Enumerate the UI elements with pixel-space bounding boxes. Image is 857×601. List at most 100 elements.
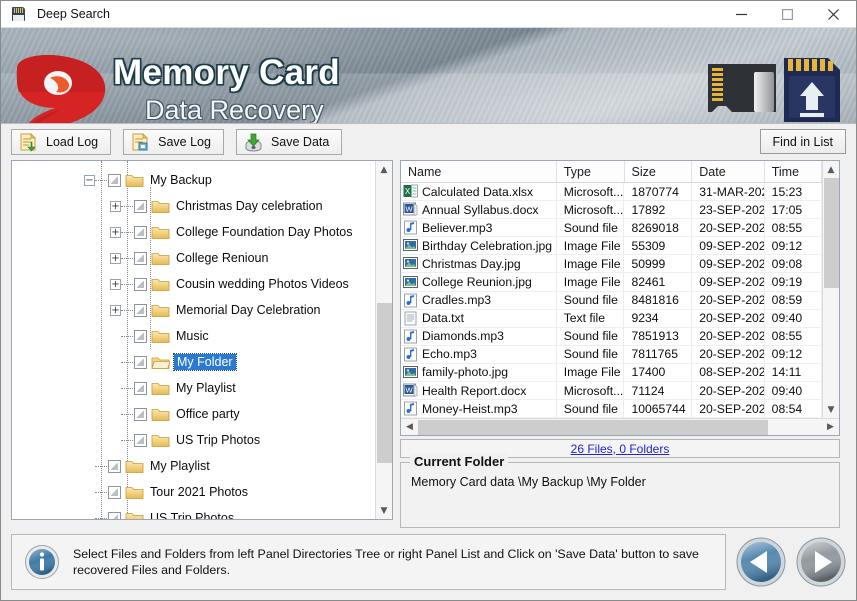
column-header-date[interactable]: Date (692, 161, 765, 182)
expand-icon[interactable]: + (110, 304, 121, 316)
list-hscroll-thumb[interactable] (418, 419, 768, 435)
tree-node[interactable]: + Cousin wedding Photos Videos (12, 271, 375, 297)
save-data-button[interactable]: Save Data (235, 129, 343, 155)
file-row[interactable]: Money-Heist.mp3 Sound file 10065744 20-SEP-… (401, 400, 822, 418)
tree-connector (121, 387, 133, 389)
tree-node[interactable]: + Christmas Day celebration (12, 193, 375, 219)
close-button[interactable] (810, 1, 856, 27)
file-row[interactable]: Christmas Day.jpg Image File 50999 09-SEP-2… (401, 255, 822, 274)
collapse-icon[interactable]: − (84, 174, 95, 186)
file-row[interactable]: family-photo.jpg Image File 17400 08-SEP-20… (401, 363, 822, 383)
file-list-panel[interactable]: Name Type Size Date Time X Calculated Data.xl… (400, 160, 840, 436)
tree-node-checkbox[interactable] (134, 433, 147, 447)
column-header-name[interactable]: Name (401, 161, 557, 182)
list-horizontal-scrollbar[interactable]: ◀ ▶ (401, 418, 839, 435)
file-row[interactable]: Believer.mp3 Sound file826901820-SEP-2021… (401, 219, 822, 238)
find-in-list-button[interactable]: Find in List (759, 129, 846, 154)
file-row[interactable]: Data.txt Text file923420-SEP-202109:40 (401, 309, 822, 328)
tree-node-checkbox[interactable] (134, 303, 147, 317)
maximize-button[interactable] (764, 1, 810, 27)
tree-node[interactable]: My Playlist (12, 375, 375, 401)
load-log-button[interactable]: Load Log (11, 129, 112, 155)
load-log-icon (20, 132, 37, 151)
file-row[interactable]: Cradles.mp3 Sound file848181620-SEP-20210… (401, 291, 822, 310)
tree-node[interactable]: Music (12, 323, 375, 349)
file-row[interactable]: Echo.mp3 Sound file781176520-SEP-202109:1… (401, 345, 822, 364)
tree-node-checkbox[interactable] (134, 355, 147, 369)
file-row[interactable]: W Health Report.docx Microsoft... 71124 20-S… (401, 382, 822, 401)
folder-icon (125, 173, 144, 188)
tree-connector (121, 283, 133, 285)
directory-tree-panel[interactable]: − My Backup + Christmas Day celebration + Col… (11, 160, 393, 520)
file-name-label: family-photo.jpg (422, 365, 509, 380)
tree-node-checkbox[interactable] (134, 251, 147, 265)
next-arrow-button[interactable] (796, 537, 846, 587)
tree-node[interactable]: US Trip Photos (12, 427, 375, 453)
tree-node-checkbox[interactable] (108, 511, 121, 519)
close-icon (827, 8, 839, 20)
tree-node-checkbox[interactable] (134, 199, 147, 213)
list-scroll-left-arrow[interactable]: ◀ (401, 419, 418, 436)
file-row[interactable]: X Calculated Data.xlsx Microsoft... 1870774… (401, 183, 822, 202)
tree-node[interactable]: + College Foundation Day Photos (12, 219, 375, 245)
tree-node-checkbox[interactable] (134, 277, 147, 291)
tree-node-checkbox[interactable] (108, 485, 121, 499)
tree-node-checkbox[interactable] (134, 329, 147, 343)
tree-scroll-track[interactable] (376, 178, 393, 502)
expand-icon[interactable]: + (110, 252, 121, 264)
tree-scroll-down-arrow[interactable]: ▼ (376, 502, 393, 519)
minimize-button[interactable] (718, 1, 764, 27)
file-row[interactable]: Birthday Celebration.jpg Image File 55309 0… (401, 237, 822, 256)
list-scroll-right-arrow[interactable]: ▶ (822, 419, 839, 436)
tree-connector (95, 179, 107, 181)
file-list-header[interactable]: Name Type Size Date Time (401, 161, 822, 183)
previous-arrow-button[interactable] (736, 537, 786, 587)
file-name-cell: Echo.mp3 (401, 345, 557, 363)
expand-icon[interactable]: + (110, 278, 121, 290)
file-list-rows[interactable]: X Calculated Data.xlsx Microsoft... 1870774… (401, 183, 822, 418)
file-row[interactable]: College Reunion.jpg Image File 82461 09-SEP… (401, 273, 822, 292)
tree-node[interactable]: − My Backup (12, 167, 375, 193)
tree-vertical-scrollbar[interactable]: ▲ ▼ (375, 161, 392, 519)
file-row[interactable]: Diamonds.mp3 Sound file785191320-SEP-2021… (401, 327, 822, 346)
tree-node[interactable]: My Folder (12, 349, 375, 375)
tree-node-checkbox[interactable] (134, 225, 147, 239)
expand-icon[interactable]: + (110, 226, 121, 238)
tree-node-label: College Foundation Day Photos (176, 225, 353, 239)
word-file-icon: W (403, 383, 418, 398)
list-scroll-down-arrow[interactable]: ▼ (823, 401, 840, 418)
tree-node[interactable]: Tour 2021 Photos (12, 479, 375, 505)
file-row[interactable]: W Annual Syllabus.docx Microsoft... 17892 23… (401, 201, 822, 220)
file-name-label: College Reunion.jpg (422, 275, 532, 290)
tree-node[interactable]: Office party (12, 401, 375, 427)
column-header-time[interactable]: Time (764, 161, 822, 182)
directory-tree[interactable]: − My Backup + Christmas Day celebration + Col… (12, 161, 375, 519)
tree-scroll-up-arrow[interactable]: ▲ (376, 161, 393, 178)
list-vertical-scrollbar[interactable]: ▲ ▼ (822, 161, 839, 418)
file-name-cell: W Health Report.docx (401, 382, 557, 400)
file-type-cell: Microsoft... (557, 201, 625, 219)
list-scroll-thumb[interactable] (823, 178, 839, 288)
tree-node[interactable]: + Memorial Day Celebration (12, 297, 375, 323)
tree-node-checkbox[interactable] (108, 459, 121, 473)
folder-icon (151, 225, 170, 240)
tree-node-checkbox[interactable] (134, 381, 147, 395)
save-log-button[interactable]: Save Log (123, 129, 224, 155)
column-header-type[interactable]: Type (556, 161, 625, 182)
list-scroll-up-arrow[interactable]: ▲ (823, 161, 840, 178)
tree-connector (121, 361, 133, 363)
expand-icon[interactable]: + (110, 200, 121, 212)
tree-scroll-thumb[interactable] (376, 303, 392, 463)
list-scroll-track[interactable] (823, 178, 840, 401)
tree-node-checkbox[interactable] (134, 407, 147, 421)
tree-node[interactable]: + College Renioun (12, 245, 375, 271)
file-name-cell: X Calculated Data.xlsx (401, 183, 557, 201)
memory-card-graphics (672, 56, 844, 123)
file-size-cell: 7811765 (624, 345, 693, 363)
list-hscroll-track[interactable] (418, 419, 822, 436)
tree-node[interactable]: My Playlist (12, 453, 375, 479)
tree-node[interactable]: US Trip Photos (12, 505, 375, 519)
tree-node-checkbox[interactable] (108, 173, 121, 187)
column-header-size[interactable]: Size (624, 161, 693, 182)
